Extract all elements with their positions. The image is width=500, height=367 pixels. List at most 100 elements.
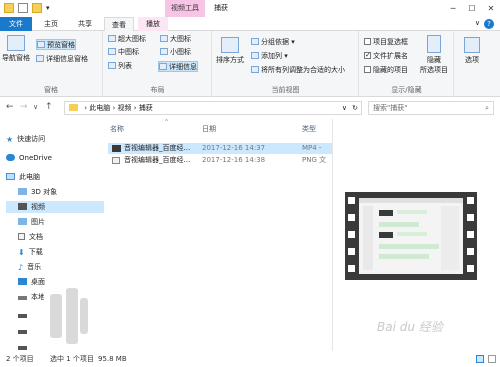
quick-access-dropdown-icon[interactable]: ▾ [46, 3, 56, 13]
column-header-type[interactable]: 类型 [302, 124, 316, 134]
show-hide-group: 项目复选框 文件扩展名 隐藏的项目 隐藏 所选项目 显示/隐藏 [360, 31, 454, 97]
file-type: PNG 文 [302, 156, 327, 164]
small-icons-option[interactable]: 小图标 [160, 47, 191, 58]
watermark: Bai du 经验 [377, 320, 443, 334]
blur-overlay [44, 286, 90, 348]
nav-item-videos[interactable]: 视频 [6, 201, 104, 213]
nav-item-drive-2[interactable] [18, 309, 31, 321]
details-pane-button[interactable]: 详细信息窗格 [36, 54, 88, 65]
nav-item-onedrive[interactable]: OneDrive [6, 152, 52, 164]
nav-item-desktop[interactable]: 桌面 [18, 276, 45, 288]
properties-icon[interactable] [18, 3, 28, 13]
panes-group: 导航窗格 预览窗格 详细信息窗格 窗格 [0, 31, 103, 97]
breadcrumb-capture[interactable]: 捕获 [139, 104, 153, 112]
fit-columns-label: 将所有列调整为合适的大小 [261, 66, 345, 74]
sort-by-button[interactable]: 排序方式 [215, 37, 245, 65]
file-type: MP4 - [302, 144, 322, 152]
new-folder-icon[interactable] [32, 3, 42, 13]
file-ext-check[interactable] [364, 50, 371, 61]
nav-label: 图片 [31, 218, 45, 226]
fit-columns-button[interactable]: 将所有列调整为合适的大小 [251, 65, 345, 76]
details-option[interactable]: 详细信息 [158, 61, 198, 72]
nav-item-music[interactable]: ♪ 音乐 [18, 261, 41, 273]
nav-item-drive-3[interactable] [18, 325, 31, 337]
address-dropdown-icon[interactable]: ∨ [342, 102, 347, 114]
nav-label: 此电脑 [19, 173, 40, 181]
tab-share[interactable]: 共享 [70, 17, 100, 31]
tab-view[interactable]: 查看 [104, 17, 134, 32]
nav-label: 视频 [31, 203, 45, 211]
picture-icon [18, 218, 27, 225]
maximize-button[interactable]: ☐ [463, 0, 481, 17]
list-option[interactable]: 列表 [108, 61, 132, 72]
item-checkbox-check[interactable] [364, 38, 371, 45]
nav-pane-button[interactable]: 导航窗格 [2, 35, 30, 63]
large-icons-option[interactable]: 大图标 [160, 34, 191, 45]
list-label: 列表 [118, 62, 132, 70]
breadcrumb-videos[interactable]: 视频 [118, 104, 132, 112]
search-icon: ⌕ [485, 104, 489, 112]
ribbon-collapse-icon[interactable]: ∨ [475, 19, 480, 27]
add-column-icon [251, 52, 259, 59]
breadcrumb-this-pc[interactable]: 此电脑 [89, 104, 110, 112]
file-ext-toggle[interactable]: 文件扩展名 [364, 50, 408, 62]
add-column-button[interactable]: 添加列 ▾ [251, 51, 288, 62]
search-input[interactable]: 搜索"捕获" ⌕ [368, 101, 494, 115]
current-view-group: 排序方式 分组依据 ▾ 添加列 ▾ 将所有列调整为合适的大小 当前视图 [213, 31, 359, 97]
file-name: 音视编辑器_百度经... [124, 144, 191, 152]
refresh-icon[interactable]: ↻ [352, 102, 358, 114]
tab-home[interactable]: 主页 [36, 17, 66, 31]
file-row[interactable]: 音视编辑器_百度经... 2017-12-16 14:37 MP4 - [108, 143, 332, 154]
folder-icon [4, 3, 14, 13]
ribbon: 导航窗格 预览窗格 详细信息窗格 窗格 超大图标 大图标 中图标 小图标 列表 … [0, 31, 500, 97]
preview-pane-label: 预览窗格 [47, 41, 75, 49]
file-list: ^ 名称 日期 类型 音视编辑器_百度经... 2017-12-16 14:37… [104, 119, 332, 351]
group-by-button[interactable]: 分组依据 ▾ [251, 37, 295, 48]
sort-by-label: 排序方式 [216, 56, 244, 64]
file-date: 2017-12-16 14:37 [202, 144, 266, 152]
help-icon[interactable]: ? [484, 19, 494, 29]
details-view-toggle-icon[interactable] [476, 355, 484, 363]
nav-item-documents[interactable]: 文档 [18, 231, 43, 243]
hide-selected-button[interactable]: 隐藏 所选项目 [418, 35, 450, 75]
large-icons-view-toggle-icon[interactable] [488, 355, 496, 363]
nav-label: 快速访问 [17, 135, 46, 143]
hidden-items-toggle[interactable]: 隐藏的项目 [364, 65, 408, 76]
file-row[interactable]: 音视编辑器_百度经... 2017-12-16 14:38 PNG 文 [108, 155, 332, 166]
nav-label: 桌面 [31, 278, 45, 286]
file-name: 音视编辑器_百度经... [124, 156, 191, 164]
hidden-items-check[interactable] [364, 66, 371, 73]
preview-pane-button[interactable]: 预览窗格 [36, 39, 76, 50]
layout-group-label: 布局 [150, 86, 165, 94]
nav-item-this-pc[interactable]: 此电脑 [6, 171, 40, 183]
tab-play[interactable]: 播放 [138, 17, 168, 31]
nav-label: OneDrive [19, 154, 52, 162]
recent-dropdown-icon[interactable]: ∨ [33, 103, 38, 111]
item-checkbox-toggle[interactable]: 项目复选框 [364, 37, 408, 48]
show-hide-group-label: 显示/隐藏 [391, 86, 422, 94]
column-header-name[interactable]: 名称 [110, 124, 124, 134]
close-button[interactable]: ✕ [482, 0, 500, 17]
nav-item-quick-access[interactable]: ★ 快速访问 [6, 133, 45, 145]
sort-icon [221, 37, 239, 53]
back-arrow-icon[interactable]: ← [6, 102, 14, 112]
forward-arrow-icon[interactable]: → [20, 102, 28, 112]
medium-icons-option[interactable]: 中图标 [108, 47, 139, 58]
nav-item-pictures[interactable]: 图片 [18, 216, 45, 228]
status-item-count: 2 个项目 [6, 355, 34, 363]
minimize-button[interactable]: ─ [444, 0, 462, 17]
selected-items-label: 所选项目 [420, 66, 448, 74]
nav-item-downloads[interactable]: ⬇ 下载 [18, 246, 43, 258]
xl-icons-option[interactable]: 超大图标 [108, 34, 146, 45]
nav-item-3d-objects[interactable]: 3D 对象 [18, 186, 57, 198]
details-label: 详细信息 [169, 63, 197, 71]
medium-icons-label: 中图标 [118, 48, 139, 56]
column-header-date[interactable]: 日期 [202, 124, 216, 134]
tab-file[interactable]: 文件 [0, 17, 32, 31]
address-bar[interactable]: › 此电脑 › 视频 › 捕获 ∨ ↻ [64, 101, 362, 115]
small-icons-icon [160, 48, 168, 55]
up-arrow-icon[interactable]: ↑ [45, 102, 53, 112]
download-arrow-icon: ⬇ [18, 248, 25, 257]
options-button[interactable]: 选项 [458, 37, 486, 65]
small-icons-label: 小图标 [170, 48, 191, 56]
